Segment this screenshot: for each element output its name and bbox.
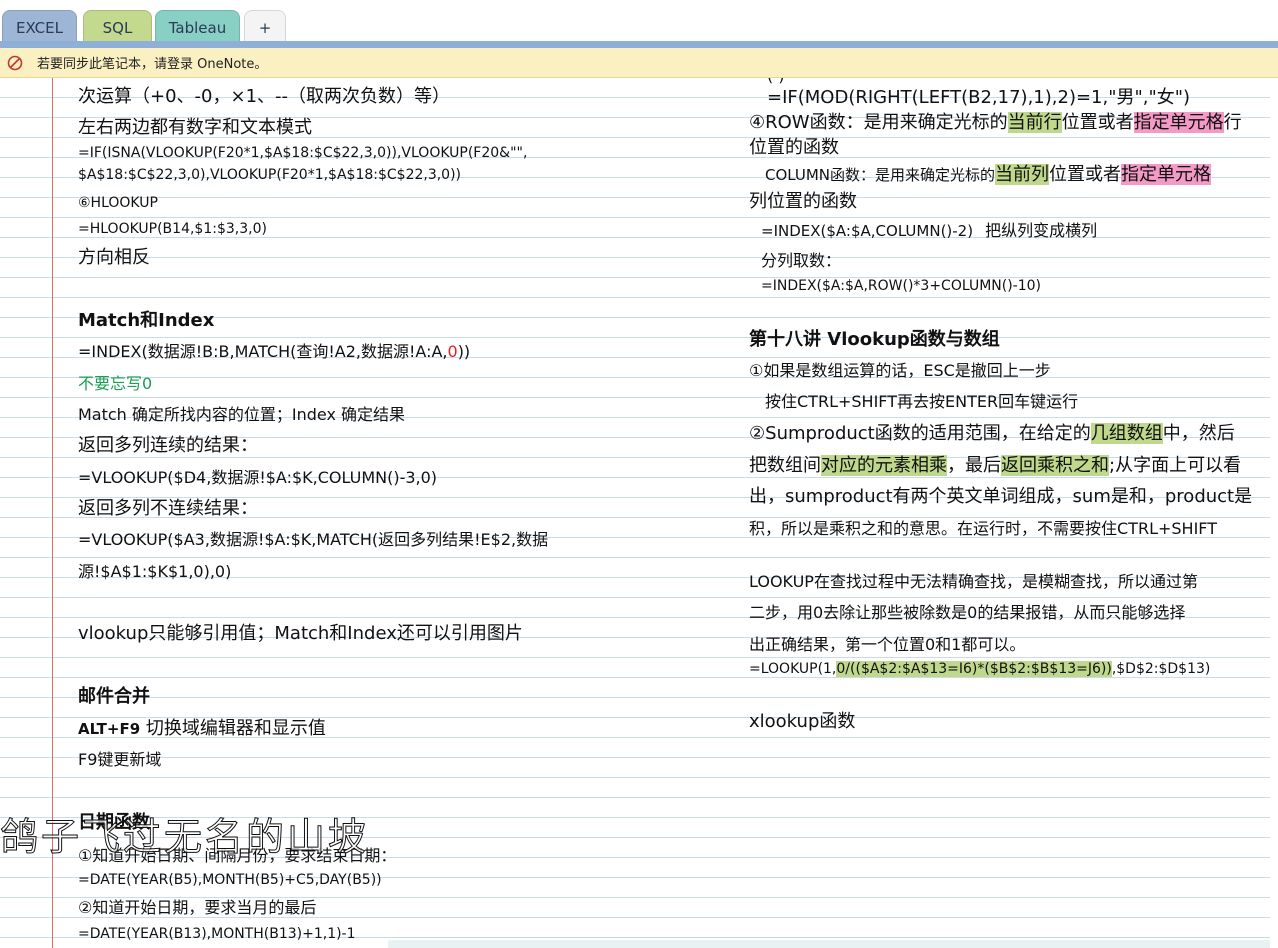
note-line: 次运算（+0、-0，×1、--（取两次负数）等） — [78, 86, 451, 107]
note-line: 方向相反 — [78, 247, 150, 268]
heading-lecture-18: 第十八讲 Vlookup函数与数组 — [749, 329, 1000, 350]
note-line: ( ) — [767, 78, 785, 85]
bottom-strip — [388, 940, 1278, 948]
formula-line: =INDEX($A:$A,ROW()*3+COLUMN()-10) — [761, 278, 1041, 294]
note-line: F9键更新域 — [78, 750, 162, 769]
note-line: vlookup只能够引用值；Match和Index还可以引用图片 — [78, 623, 523, 644]
note-line: ①如果是数组运算的话，ESC是撤回上一步 — [749, 361, 1051, 380]
formula-line: =INDEX(数据源!B:B,MATCH(查询!A2,数据源!A:A,0)) — [78, 342, 471, 361]
heading-match-index: Match和Index — [78, 310, 215, 331]
note-line: 返回多列不连续结果： — [78, 498, 258, 519]
sign-in-notice-bar[interactable]: 若要同步此笔记本，请登录 OneNote。 — [0, 48, 1278, 78]
tab-tableau[interactable]: Tableau — [155, 10, 240, 44]
formula-line: =DATE(YEAR(B5),MONTH(B5)+C5,DAY(B5)) — [78, 872, 382, 888]
note-line: 按住CTRL+SHIFT再去按ENTER回车键运行 — [765, 392, 1079, 411]
sync-error-icon — [7, 55, 23, 71]
page-right-edge — [1270, 78, 1278, 948]
formula-line: =INDEX($A:$A,COLUMN()-2) 把纵列变成横列 — [761, 221, 1098, 240]
formula-line: =DATE(YEAR(B13),MONTH(B13)+1,1)-1 — [78, 926, 356, 942]
note-line: 把数组间对应的元素相乘，最后返回乘积之和;从字面上可以看 — [749, 455, 1242, 476]
note-line: xlookup函数 — [749, 711, 856, 732]
note-line: ②知道开始日期，要求当月的最后 — [78, 898, 317, 917]
note-line: 不要忘写0 — [78, 374, 153, 393]
formula-line: =IF(ISNA(VLOOKUP(F20*1,$A$18:$C$22,3,0))… — [78, 145, 528, 161]
formula-line: $A$18:$C$22,3,0),VLOOKUP(F20*1,$A$18:$C$… — [78, 167, 462, 183]
formula-line: =VLOOKUP($A3,数据源!$A:$K,MATCH(返回多列结果!E$2,… — [78, 530, 549, 549]
note-line: ⑥HLOOKUP — [78, 195, 158, 211]
notice-text: 若要同步此笔记本，请登录 OneNote。 — [37, 57, 268, 72]
note-line: 列位置的函数 — [749, 191, 857, 212]
formula-line: =VLOOKUP($D4,数据源!$A:$K,COLUMN()-3,0) — [78, 468, 438, 487]
note-line: ALT+F9 切换域编辑器和显示值 — [78, 718, 326, 739]
note-line: ④ROW函数：是用来确定光标的当前行位置或者指定单元格行 — [749, 112, 1242, 133]
formula-line: =IF(MOD(RIGHT(LEFT(B2,17),1),2)=1,"男","女… — [767, 87, 1191, 108]
note-line: 积，所以是乘积之和的意思。在运行时，不需要按住CTRL+SHIFT — [749, 519, 1217, 538]
formula-line: =LOOKUP(1,0/(($A$2:$A$13=I6)*($B$2:$B$13… — [749, 661, 1211, 677]
tab-sql[interactable]: SQL — [83, 10, 152, 44]
note-line: Match 确定所找内容的位置；Index 确定结果 — [78, 405, 406, 424]
note-line: 分列取数： — [761, 251, 842, 270]
note-line: 位置的函数 — [749, 137, 839, 158]
section-tab-bar: EXCEL SQL Tableau + — [0, 0, 1278, 44]
formula-line: =HLOOKUP(B14,$1:$3,3,0) — [78, 221, 267, 237]
add-section-button[interactable]: + — [244, 10, 286, 44]
watermark-text: 鸽子飞过无名的山坡 — [0, 815, 370, 860]
note-line: 出正确结果，第一个位置0和1都可以。 — [749, 635, 1026, 654]
heading-mail-merge: 邮件合并 — [78, 686, 150, 707]
note-line: 二步，用0去除让那些被除数是0的结果报错，从而只能够选择 — [749, 603, 1186, 622]
note-line: 左右两边都有数字和文本模式 — [78, 117, 312, 138]
formula-line: 源!$A$1:$K$1,0),0) — [78, 562, 232, 581]
note-line: 出，sumproduct有两个英文单词组成，sum是和，product是 — [749, 486, 1253, 507]
tab-excel[interactable]: EXCEL — [2, 10, 77, 44]
note-line: LOOKUP在查找过程中无法精确查找，是模糊查找，所以通过第 — [749, 572, 1198, 591]
note-line: COLUMN函数：是用来确定光标的当前列位置或者指定单元格 — [765, 164, 1212, 185]
note-line: ②Sumproduct函数的适用范围，在给定的几组数组中，然后 — [749, 423, 1235, 444]
note-line: 返回多列连续的结果： — [78, 435, 258, 456]
tab-underline — [0, 41, 1278, 48]
